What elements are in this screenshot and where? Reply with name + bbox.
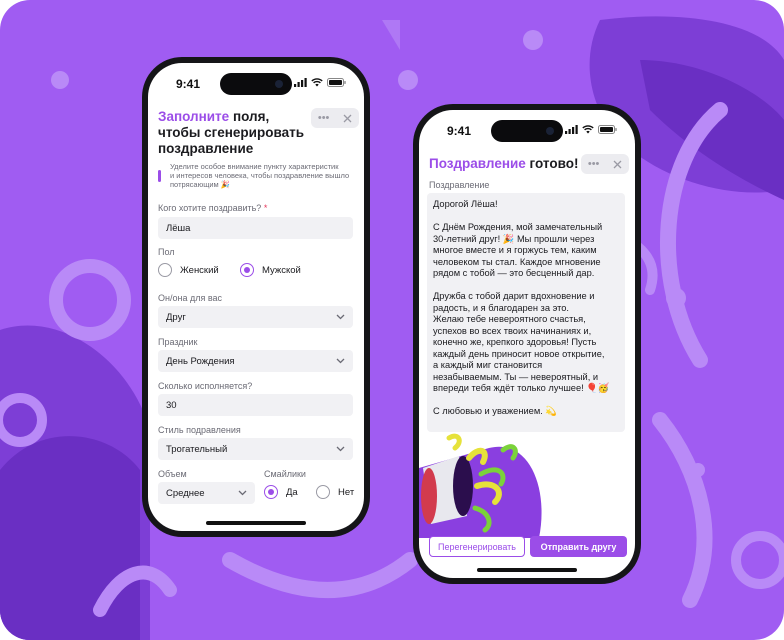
more-icon[interactable]: •••: [318, 112, 330, 124]
radio-selected-icon: [240, 263, 254, 277]
gender-label: Пол: [158, 247, 175, 257]
dynamic-island: [491, 120, 563, 142]
chevron-down-icon: [336, 314, 345, 320]
background-decoration: [0, 16, 784, 640]
recipient-input[interactable]: Лёша: [158, 217, 353, 239]
radio-selected-icon: [264, 485, 278, 499]
result-title: Поздравление готово!: [429, 156, 579, 171]
result-section-label: Поздравление: [429, 180, 490, 190]
emoji-yes-radio[interactable]: Да: [264, 485, 298, 499]
age-input[interactable]: 30: [158, 394, 353, 416]
status-time: 9:41: [447, 124, 472, 138]
battery-icon: [327, 78, 346, 87]
gender-female-radio[interactable]: Женский: [158, 263, 219, 277]
age-label: Сколько исполняется?: [158, 381, 253, 391]
result-screen: 9:41 Поздравление готово! ••• Поздравлен…: [419, 110, 635, 578]
wifi-icon: [582, 125, 594, 134]
holiday-select[interactable]: День Рождения: [158, 350, 353, 372]
dynamic-island: [220, 73, 292, 95]
gender-male-radio[interactable]: Мужской: [240, 263, 301, 277]
form-phone: 9:41 Заполните поля, чтобы сгенерировать…: [142, 57, 370, 537]
battery-icon: [598, 125, 617, 134]
regenerate-button[interactable]: Перегенерировать: [429, 536, 525, 557]
window-menu: •••: [311, 108, 359, 128]
relation-select[interactable]: Друг: [158, 306, 353, 328]
home-indicator: [206, 521, 306, 525]
close-icon[interactable]: [343, 114, 352, 123]
window-menu: •••: [581, 154, 629, 174]
holiday-label: Праздник: [158, 337, 198, 347]
relation-label: Он/она для вас: [158, 293, 223, 303]
chevron-down-icon: [336, 358, 345, 364]
status-icons: [565, 125, 617, 134]
chevron-down-icon: [238, 490, 247, 496]
greeting-paragraph: С любовью и уважением. 💫: [433, 406, 557, 416]
radio-icon: [316, 485, 330, 499]
home-indicator: [477, 568, 577, 572]
greeting-paragraph: С Днём Рождения, мой замечательный 30-ле…: [433, 222, 603, 278]
greeting-paragraph: Дружба с тобой дарит вдохновение и радос…: [433, 291, 610, 393]
style-label: Стиль подравления: [158, 425, 241, 435]
recipient-label: Кого хотите поздравить? *: [158, 203, 268, 213]
close-icon[interactable]: [613, 160, 622, 169]
hint-bar: [158, 170, 161, 182]
emoji-no-radio[interactable]: Нет: [316, 485, 354, 499]
camera-icon: [275, 80, 283, 88]
send-to-friend-button[interactable]: Отправить другу: [530, 536, 627, 557]
emoji-label: Смайлики: [264, 469, 306, 479]
style-select[interactable]: Трогательный: [158, 438, 353, 460]
signal-icon: [565, 125, 578, 134]
more-icon[interactable]: •••: [588, 158, 600, 170]
form-title: Заполните поля, чтобы сгенерировать позд…: [158, 109, 305, 156]
promo-background: 9:41 Заполните поля, чтобы сгенерировать…: [0, 0, 784, 640]
form-screen: 9:41 Заполните поля, чтобы сгенерировать…: [148, 63, 364, 531]
greeting-text[interactable]: Дорогой Лёша! С Днём Рождения, мой замеч…: [427, 193, 625, 432]
result-phone: 9:41 Поздравление готово! ••• Поздравлен…: [413, 104, 641, 584]
volume-label: Объем: [158, 469, 187, 479]
volume-select[interactable]: Среднее: [158, 482, 255, 504]
signal-icon: [294, 78, 307, 87]
radio-icon: [158, 263, 172, 277]
result-title-accent: Поздравление: [429, 156, 526, 171]
hint-note: Уделите особое внимание пункту характери…: [158, 162, 352, 189]
form-title-accent: Заполните: [158, 109, 230, 124]
party-popper-icon: [419, 433, 542, 538]
greeting-paragraph: Дорогой Лёша!: [433, 199, 498, 209]
wifi-icon: [311, 78, 323, 87]
camera-icon: [546, 127, 554, 135]
chevron-down-icon: [336, 446, 345, 452]
status-time: 9:41: [176, 77, 201, 91]
status-icons: [294, 78, 346, 87]
